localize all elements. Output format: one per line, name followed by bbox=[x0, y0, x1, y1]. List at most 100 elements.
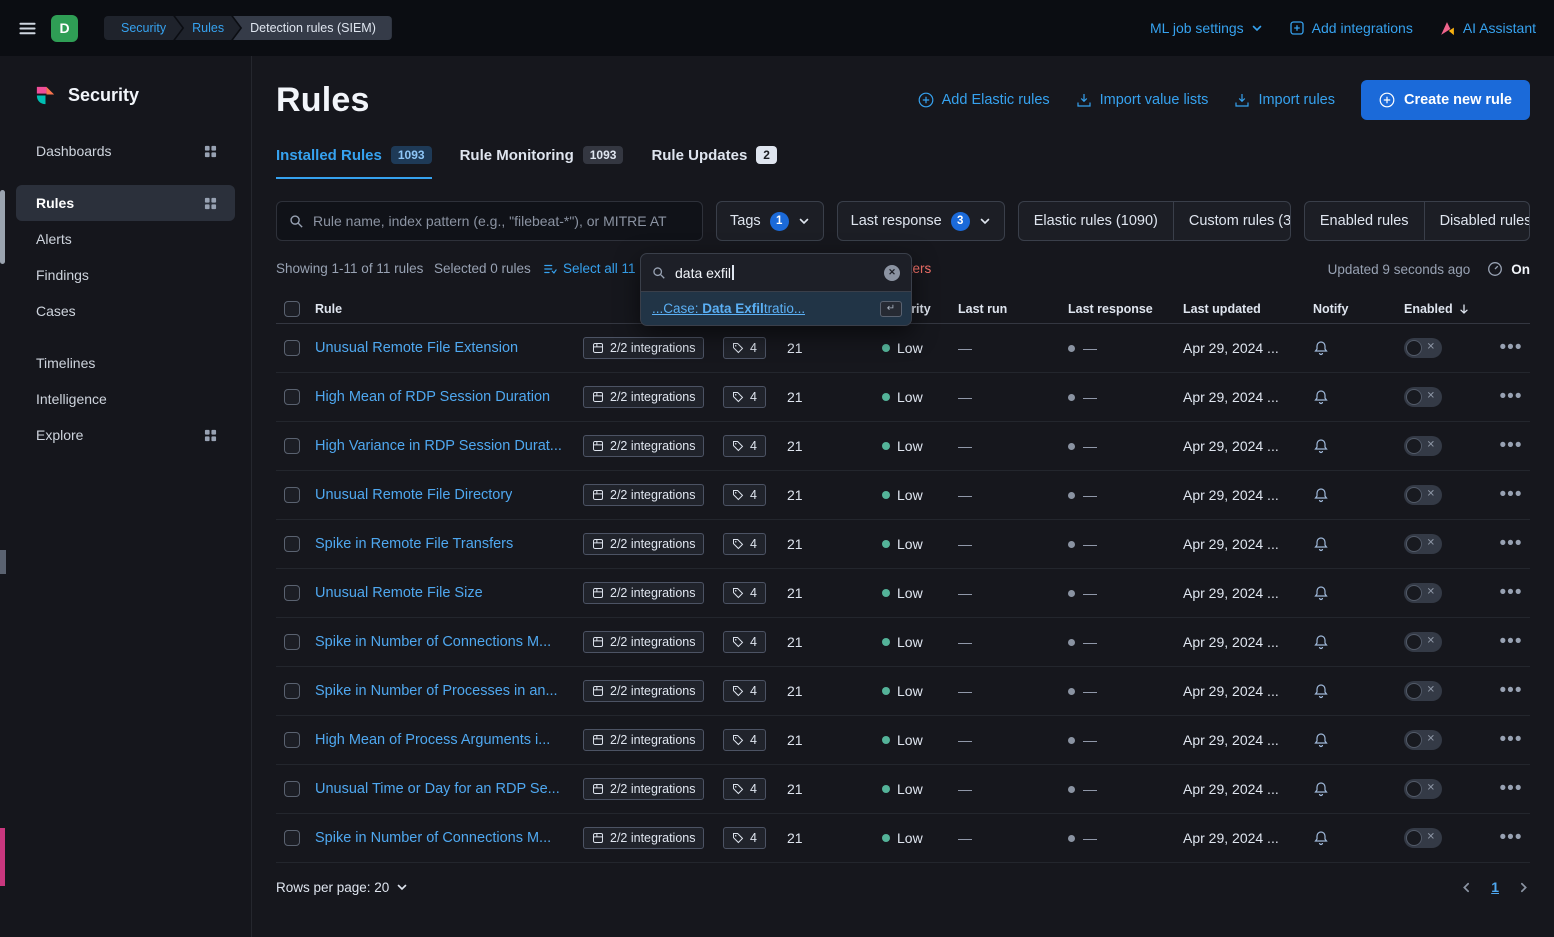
menu-icon[interactable] bbox=[18, 19, 37, 38]
ml-job-settings-button[interactable]: ML job settings bbox=[1150, 20, 1263, 36]
tags-filter-button[interactable]: Tags 1 bbox=[716, 201, 824, 241]
elastic-rules-filter-button[interactable]: Elastic rules (1090) bbox=[1019, 202, 1173, 240]
last-response-filter-button[interactable]: Last response 3 bbox=[837, 201, 1005, 241]
rule-name-link[interactable]: Spike in Remote File Transfers bbox=[315, 536, 513, 552]
column-header-notify[interactable]: Notify bbox=[1299, 302, 1394, 316]
integrations-badge[interactable]: 2/2 integrations bbox=[583, 680, 704, 702]
rule-name-link[interactable]: Unusual Time or Day for an RDP Se... bbox=[315, 781, 560, 797]
enabled-toggle[interactable]: ✕ bbox=[1404, 583, 1442, 603]
scrollbar-thumb[interactable] bbox=[0, 190, 5, 264]
enabled-toggle[interactable]: ✕ bbox=[1404, 485, 1442, 505]
row-checkbox[interactable] bbox=[284, 487, 300, 503]
enabled-toggle[interactable]: ✕ bbox=[1404, 779, 1442, 799]
rule-name-link[interactable]: High Mean of RDP Session Duration bbox=[315, 389, 550, 405]
bell-icon[interactable] bbox=[1313, 536, 1329, 552]
bell-icon[interactable] bbox=[1313, 585, 1329, 601]
tags-badge[interactable]: 4 bbox=[723, 337, 766, 359]
row-actions-button[interactable]: ••• bbox=[1484, 827, 1530, 849]
enabled-toggle[interactable]: ✕ bbox=[1404, 681, 1442, 701]
import-rules-button[interactable]: Import rules bbox=[1234, 92, 1335, 108]
row-actions-button[interactable]: ••• bbox=[1484, 729, 1530, 751]
row-actions-button[interactable]: ••• bbox=[1484, 484, 1530, 506]
row-checkbox[interactable] bbox=[284, 438, 300, 454]
enabled-toggle[interactable]: ✕ bbox=[1404, 436, 1442, 456]
enabled-rules-filter-button[interactable]: Enabled rules bbox=[1305, 202, 1424, 240]
popup-search-input[interactable]: data exfil bbox=[675, 265, 875, 281]
page-number-1[interactable]: 1 bbox=[1491, 879, 1499, 895]
rule-name-link[interactable]: Spike in Number of Connections M... bbox=[315, 830, 551, 846]
sidebar-item-intelligence[interactable]: Intelligence bbox=[16, 381, 235, 417]
sidebar-item-findings[interactable]: Findings bbox=[16, 257, 235, 293]
rule-name-link[interactable]: High Variance in RDP Session Durat... bbox=[315, 438, 562, 454]
sidebar-item-explore[interactable]: Explore bbox=[16, 417, 235, 453]
integrations-badge[interactable]: 2/2 integrations bbox=[583, 337, 704, 359]
select-all-checkbox[interactable] bbox=[284, 301, 300, 317]
tab-rule-updates[interactable]: Rule Updates 2 bbox=[651, 146, 777, 179]
row-checkbox[interactable] bbox=[284, 585, 300, 601]
integrations-badge[interactable]: 2/2 integrations bbox=[583, 484, 704, 506]
bell-icon[interactable] bbox=[1313, 389, 1329, 405]
create-new-rule-button[interactable]: Create new rule bbox=[1361, 80, 1530, 120]
rule-name-link[interactable]: Unusual Remote File Size bbox=[315, 585, 483, 601]
sidebar-item-cases[interactable]: Cases bbox=[16, 293, 235, 329]
row-actions-button[interactable]: ••• bbox=[1484, 386, 1530, 408]
column-header-enabled[interactable]: Enabled bbox=[1394, 302, 1484, 316]
enabled-toggle[interactable]: ✕ bbox=[1404, 828, 1442, 848]
row-actions-button[interactable]: ••• bbox=[1484, 435, 1530, 457]
tags-badge[interactable]: 4 bbox=[723, 386, 766, 408]
add-integrations-button[interactable]: Add integrations bbox=[1289, 20, 1413, 36]
sidebar-item-rules[interactable]: Rules bbox=[16, 185, 235, 221]
bell-icon[interactable] bbox=[1313, 438, 1329, 454]
row-actions-button[interactable]: ••• bbox=[1484, 778, 1530, 800]
row-checkbox[interactable] bbox=[284, 830, 300, 846]
integrations-badge[interactable]: 2/2 integrations bbox=[583, 533, 704, 555]
tab-installed-rules[interactable]: Installed Rules 1093 bbox=[276, 146, 432, 179]
column-header-last-run[interactable]: Last run bbox=[950, 302, 1060, 316]
tags-badge[interactable]: 4 bbox=[723, 435, 766, 457]
tags-badge[interactable]: 4 bbox=[723, 631, 766, 653]
breadcrumb-security[interactable]: Security bbox=[104, 16, 182, 40]
integrations-badge[interactable]: 2/2 integrations bbox=[583, 386, 704, 408]
row-actions-button[interactable]: ••• bbox=[1484, 533, 1530, 555]
column-header-last-response[interactable]: Last response bbox=[1060, 302, 1175, 316]
bell-icon[interactable] bbox=[1313, 683, 1329, 699]
sidebar-item-dashboards[interactable]: Dashboards bbox=[16, 133, 235, 169]
tags-badge[interactable]: 4 bbox=[723, 680, 766, 702]
row-checkbox[interactable] bbox=[284, 536, 300, 552]
integrations-badge[interactable]: 2/2 integrations bbox=[583, 582, 704, 604]
popup-search-box[interactable]: data exfil ✕ bbox=[641, 254, 911, 292]
row-checkbox[interactable] bbox=[284, 389, 300, 405]
search-suggestion-item[interactable]: ...Case: Data Exfiltratio... ↵ bbox=[641, 292, 911, 325]
enabled-toggle[interactable]: ✕ bbox=[1404, 534, 1442, 554]
disabled-rules-filter-button[interactable]: Disabled rules bbox=[1424, 202, 1530, 240]
enabled-toggle[interactable]: ✕ bbox=[1404, 338, 1442, 358]
bell-icon[interactable] bbox=[1313, 781, 1329, 797]
tags-badge[interactable]: 4 bbox=[723, 533, 766, 555]
row-actions-button[interactable]: ••• bbox=[1484, 680, 1530, 702]
deployment-logo[interactable]: D bbox=[51, 15, 78, 42]
row-actions-button[interactable]: ••• bbox=[1484, 582, 1530, 604]
tab-rule-monitoring[interactable]: Rule Monitoring 1093 bbox=[460, 146, 624, 179]
auto-refresh-toggle[interactable]: On bbox=[1487, 261, 1530, 277]
integrations-badge[interactable]: 2/2 integrations bbox=[583, 827, 704, 849]
rows-per-page-button[interactable]: Rows per page: 20 bbox=[276, 880, 408, 895]
bell-icon[interactable] bbox=[1313, 830, 1329, 846]
rule-name-link[interactable]: High Mean of Process Arguments i... bbox=[315, 732, 550, 748]
clear-search-icon[interactable]: ✕ bbox=[884, 265, 900, 281]
custom-rules-filter-button[interactable]: Custom rules (3) bbox=[1173, 202, 1291, 240]
tags-badge[interactable]: 4 bbox=[723, 778, 766, 800]
rule-name-link[interactable]: Spike in Number of Connections M... bbox=[315, 634, 551, 650]
enabled-toggle[interactable]: ✕ bbox=[1404, 387, 1442, 407]
import-value-lists-button[interactable]: Import value lists bbox=[1076, 92, 1209, 108]
rule-name-link[interactable]: Spike in Number of Processes in an... bbox=[315, 683, 558, 699]
tags-badge[interactable]: 4 bbox=[723, 484, 766, 506]
integrations-badge[interactable]: 2/2 integrations bbox=[583, 631, 704, 653]
integrations-badge[interactable]: 2/2 integrations bbox=[583, 729, 704, 751]
ai-assistant-button[interactable]: AI Assistant bbox=[1439, 20, 1536, 37]
integrations-badge[interactable]: 2/2 integrations bbox=[583, 435, 704, 457]
breadcrumb-rules[interactable]: Rules bbox=[175, 16, 240, 40]
column-header-last-updated[interactable]: Last updated bbox=[1175, 302, 1299, 316]
integrations-badge[interactable]: 2/2 integrations bbox=[583, 778, 704, 800]
sidebar-item-alerts[interactable]: Alerts bbox=[16, 221, 235, 257]
row-actions-button[interactable]: ••• bbox=[1484, 631, 1530, 653]
